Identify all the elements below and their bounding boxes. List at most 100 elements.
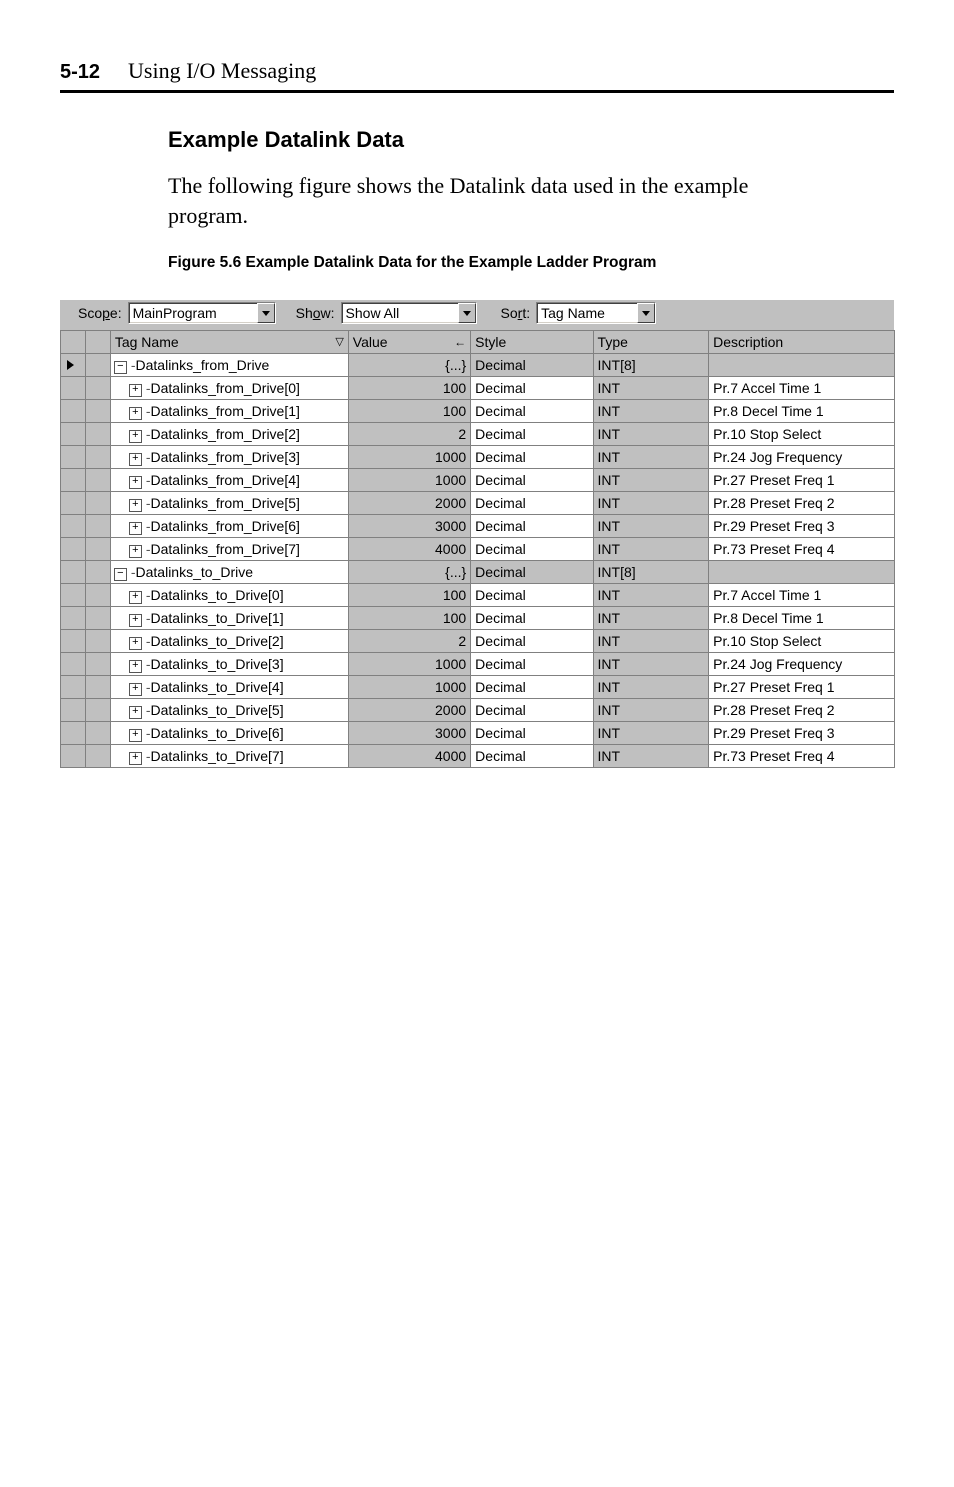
value-cell[interactable]: 3000 (348, 722, 470, 745)
style-cell[interactable]: Decimal (471, 400, 593, 423)
value-cell[interactable]: 4000 (348, 745, 470, 768)
description-cell[interactable]: Pr.10 Stop Select (709, 630, 895, 653)
tag-name-cell[interactable]: −-Datalinks_from_Drive (110, 354, 348, 377)
expand-icon[interactable]: + (129, 637, 142, 650)
show-select[interactable]: Show All (341, 302, 477, 324)
description-cell[interactable]: Pr.24 Jog Frequency (709, 653, 895, 676)
description-cell[interactable]: Pr.73 Preset Freq 4 (709, 538, 895, 561)
value-cell[interactable]: 4000 (348, 538, 470, 561)
tag-name-cell[interactable]: +-Datalinks_to_Drive[1] (110, 607, 348, 630)
table-row[interactable]: +-Datalinks_to_Drive[4]1000DecimalINTPr.… (61, 676, 895, 699)
tag-name-cell[interactable]: +-Datalinks_from_Drive[7] (110, 538, 348, 561)
value-cell[interactable]: 100 (348, 400, 470, 423)
row-selector[interactable] (61, 653, 86, 676)
description-cell[interactable] (709, 561, 895, 584)
table-row[interactable]: −-Datalinks_from_Drive{...}DecimalINT[8] (61, 354, 895, 377)
tag-name-cell[interactable]: +-Datalinks_from_Drive[3] (110, 446, 348, 469)
header-selector[interactable] (61, 331, 86, 354)
value-cell[interactable]: {...} (348, 561, 470, 584)
description-cell[interactable] (709, 354, 895, 377)
row-selector[interactable] (61, 561, 86, 584)
style-cell[interactable]: Decimal (471, 561, 593, 584)
value-cell[interactable]: 2 (348, 630, 470, 653)
table-row[interactable]: +-Datalinks_to_Drive[1]100DecimalINTPr.8… (61, 607, 895, 630)
row-selector[interactable] (61, 745, 86, 768)
style-cell[interactable]: Decimal (471, 423, 593, 446)
value-cell[interactable]: 2 (348, 423, 470, 446)
description-cell[interactable]: Pr.7 Accel Time 1 (709, 584, 895, 607)
table-row[interactable]: +-Datalinks_from_Drive[5]2000DecimalINTP… (61, 492, 895, 515)
description-cell[interactable]: Pr.10 Stop Select (709, 423, 895, 446)
style-cell[interactable]: Decimal (471, 722, 593, 745)
table-row[interactable]: +-Datalinks_from_Drive[6]3000DecimalINTP… (61, 515, 895, 538)
tag-name-cell[interactable]: +-Datalinks_to_Drive[6] (110, 722, 348, 745)
style-cell[interactable]: Decimal (471, 745, 593, 768)
description-cell[interactable]: Pr.29 Preset Freq 3 (709, 515, 895, 538)
header-value[interactable]: Value← (348, 331, 470, 354)
tag-name-cell[interactable]: +-Datalinks_from_Drive[2] (110, 423, 348, 446)
style-cell[interactable]: Decimal (471, 584, 593, 607)
expand-icon[interactable]: + (129, 407, 142, 420)
tag-name-cell[interactable]: +-Datalinks_from_Drive[4] (110, 469, 348, 492)
row-selector[interactable] (61, 699, 86, 722)
style-cell[interactable]: Decimal (471, 492, 593, 515)
table-row[interactable]: +-Datalinks_from_Drive[3]1000DecimalINTP… (61, 446, 895, 469)
style-cell[interactable]: Decimal (471, 538, 593, 561)
style-cell[interactable]: Decimal (471, 354, 593, 377)
row-selector[interactable] (61, 515, 86, 538)
header-style[interactable]: Style (471, 331, 593, 354)
chevron-down-icon[interactable] (257, 303, 275, 323)
tag-name-cell[interactable]: +-Datalinks_to_Drive[5] (110, 699, 348, 722)
value-cell[interactable]: 1000 (348, 469, 470, 492)
value-cell[interactable]: 100 (348, 607, 470, 630)
tag-name-cell[interactable]: +-Datalinks_to_Drive[0] (110, 584, 348, 607)
style-cell[interactable]: Decimal (471, 676, 593, 699)
style-cell[interactable]: Decimal (471, 377, 593, 400)
description-cell[interactable]: Pr.24 Jog Frequency (709, 446, 895, 469)
table-row[interactable]: +-Datalinks_to_Drive[7]4000DecimalINTPr.… (61, 745, 895, 768)
description-cell[interactable]: Pr.8 Decel Time 1 (709, 607, 895, 630)
tag-name-cell[interactable]: +-Datalinks_from_Drive[6] (110, 515, 348, 538)
description-cell[interactable]: Pr.29 Preset Freq 3 (709, 722, 895, 745)
table-row[interactable]: +-Datalinks_to_Drive[2]2DecimalINTPr.10 … (61, 630, 895, 653)
expand-icon[interactable]: + (129, 591, 142, 604)
table-row[interactable]: +-Datalinks_to_Drive[0]100DecimalINTPr.7… (61, 584, 895, 607)
tag-name-cell[interactable]: +-Datalinks_to_Drive[4] (110, 676, 348, 699)
style-cell[interactable]: Decimal (471, 607, 593, 630)
expand-icon[interactable]: + (129, 706, 142, 719)
collapse-icon[interactable]: − (114, 361, 127, 374)
value-cell[interactable]: 100 (348, 584, 470, 607)
row-selector[interactable] (61, 584, 86, 607)
expand-icon[interactable]: + (129, 660, 142, 673)
value-cell[interactable]: 3000 (348, 515, 470, 538)
row-selector[interactable] (61, 423, 86, 446)
description-cell[interactable]: Pr.8 Decel Time 1 (709, 400, 895, 423)
expand-icon[interactable]: + (129, 430, 142, 443)
chevron-down-icon[interactable] (637, 303, 655, 323)
expand-icon[interactable]: + (129, 453, 142, 466)
tag-name-cell[interactable]: +-Datalinks_to_Drive[3] (110, 653, 348, 676)
expand-icon[interactable]: + (129, 614, 142, 627)
table-row[interactable]: +-Datalinks_from_Drive[4]1000DecimalINTP… (61, 469, 895, 492)
table-row[interactable]: +-Datalinks_from_Drive[2]2DecimalINTPr.1… (61, 423, 895, 446)
tag-name-cell[interactable]: +-Datalinks_to_Drive[7] (110, 745, 348, 768)
scope-select[interactable]: MainProgram (128, 302, 276, 324)
row-selector[interactable] (61, 676, 86, 699)
value-cell[interactable]: 100 (348, 377, 470, 400)
chevron-down-icon[interactable] (458, 303, 476, 323)
row-selector[interactable] (61, 377, 86, 400)
value-cell[interactable]: 1000 (348, 653, 470, 676)
description-cell[interactable]: Pr.27 Preset Freq 1 (709, 676, 895, 699)
table-row[interactable]: +-Datalinks_to_Drive[3]1000DecimalINTPr.… (61, 653, 895, 676)
table-row[interactable]: +-Datalinks_from_Drive[0]100DecimalINTPr… (61, 377, 895, 400)
tag-name-cell[interactable]: −-Datalinks_to_Drive (110, 561, 348, 584)
expand-icon[interactable]: + (129, 545, 142, 558)
row-selector[interactable] (61, 354, 86, 377)
row-selector[interactable] (61, 538, 86, 561)
row-selector[interactable] (61, 492, 86, 515)
description-cell[interactable]: Pr.27 Preset Freq 1 (709, 469, 895, 492)
tag-name-cell[interactable]: +-Datalinks_to_Drive[2] (110, 630, 348, 653)
tag-name-cell[interactable]: +-Datalinks_from_Drive[5] (110, 492, 348, 515)
table-row[interactable]: +-Datalinks_from_Drive[7]4000DecimalINTP… (61, 538, 895, 561)
style-cell[interactable]: Decimal (471, 699, 593, 722)
